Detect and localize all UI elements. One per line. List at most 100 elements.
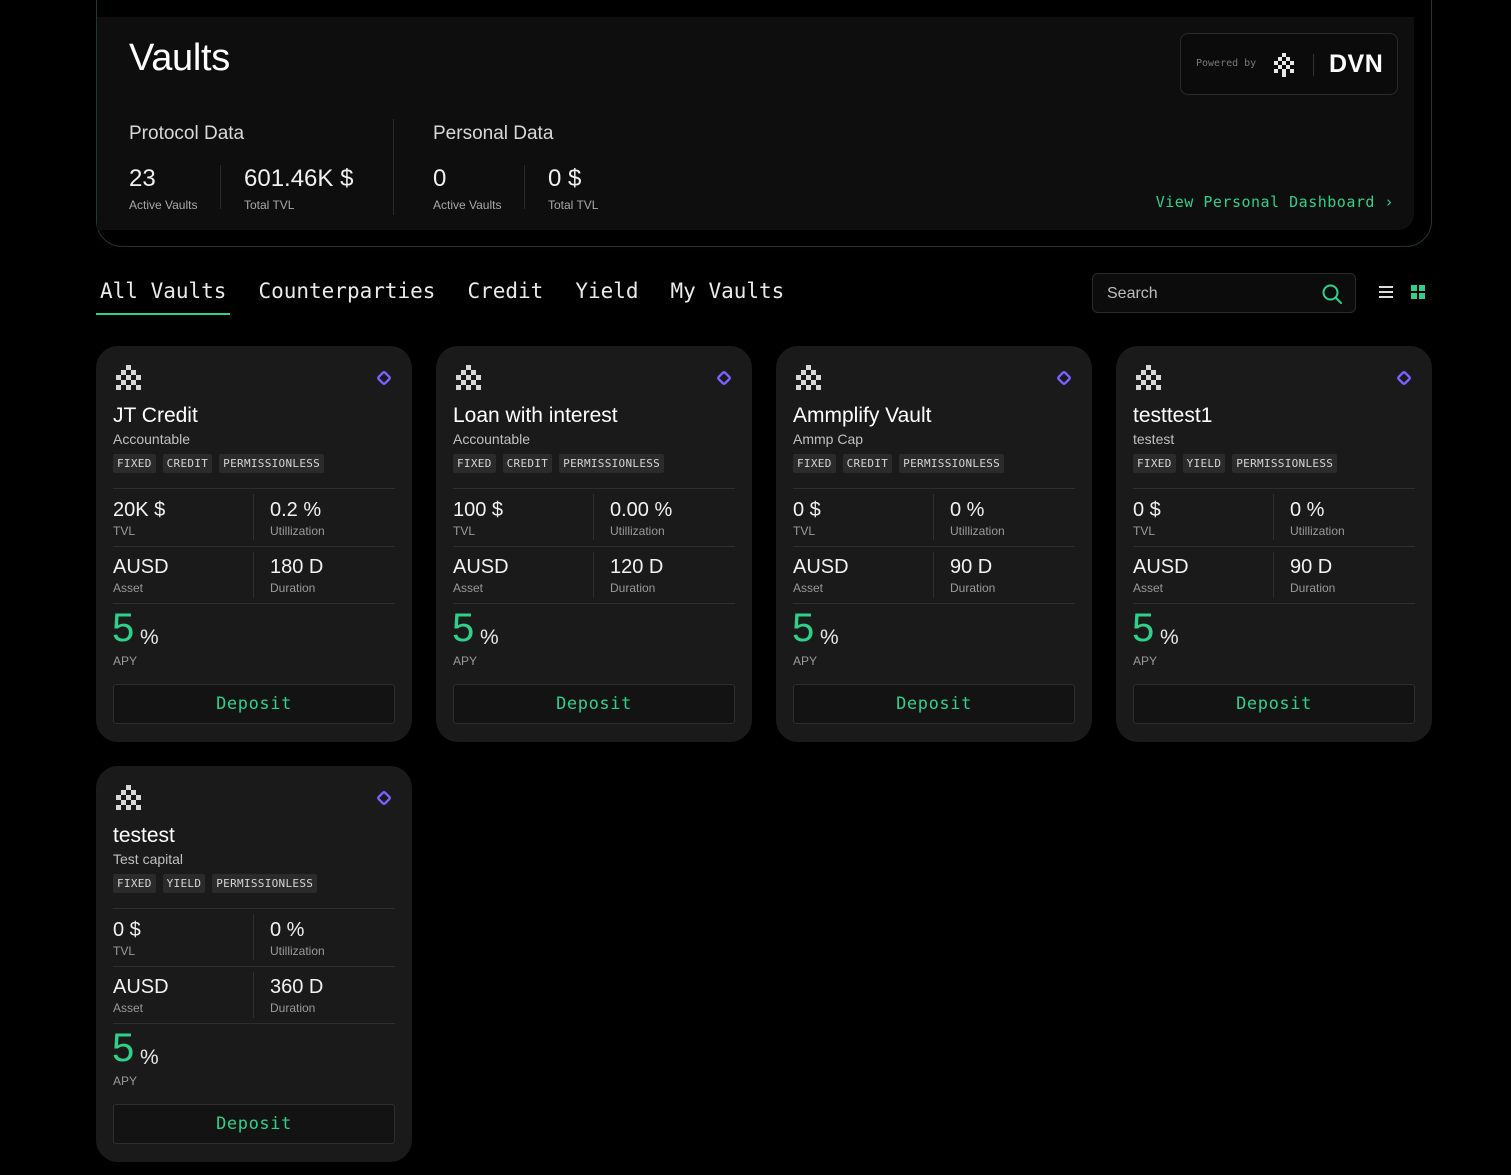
tab-yield[interactable]: Yield xyxy=(571,276,642,315)
diamond-icon xyxy=(1396,370,1412,391)
powered-by-text: Powered by xyxy=(1196,58,1257,69)
apy-label: APY xyxy=(793,654,818,668)
dvn-logo-icon xyxy=(1271,52,1297,83)
header-panel: Vaults Protocol Data 23 Active Vaults 60… xyxy=(97,17,1414,230)
vault-card[interactable]: testest Test capital FIXED YIELD PERMISSIO… xyxy=(96,766,412,1162)
deposit-button[interactable]: Deposit xyxy=(793,684,1075,724)
utilization-value: 0 % xyxy=(950,499,985,521)
apy-label: APY xyxy=(113,1074,138,1088)
divider xyxy=(113,488,395,489)
vault-counterparty: Test capital xyxy=(113,851,184,867)
vault-tag: PERMISSIONLESS xyxy=(1232,454,1338,473)
divider xyxy=(1273,494,1274,540)
utilization-label: Utillization xyxy=(610,524,665,538)
vault-counterparty: Ammp Cap xyxy=(793,431,864,447)
vault-tag: CREDIT xyxy=(162,454,213,473)
personal-data-label: Personal Data xyxy=(433,123,554,144)
vault-name: JT Credit xyxy=(113,404,198,427)
asset-label: Asset xyxy=(1133,581,1164,595)
asset-value: AUSD xyxy=(1133,556,1189,578)
apy-percent: % xyxy=(140,1046,159,1069)
divider xyxy=(1273,552,1274,598)
apy-value: 5 xyxy=(1132,606,1155,650)
vault-tags: FIXED CREDIT PERMISSIONLESS xyxy=(453,454,671,473)
utilization-value: 0.2 % xyxy=(270,499,322,521)
diamond-icon xyxy=(716,370,732,391)
diamond-icon xyxy=(376,790,392,811)
tvl-label: TVL xyxy=(1133,524,1156,538)
tvl-value: 0 $ xyxy=(1133,499,1161,521)
stat-value: 601.46K $ xyxy=(244,165,354,192)
search-icon[interactable] xyxy=(1321,283,1343,310)
vault-card[interactable]: Ammplify Vault Ammp Cap FIXED CREDIT PERMI… xyxy=(776,346,1092,742)
vault-tags: FIXED CREDIT PERMISSIONLESS xyxy=(113,454,331,473)
apy-percent: % xyxy=(140,626,159,649)
view-personal-dashboard-link[interactable]: View Personal Dashboard › xyxy=(1156,193,1394,211)
stat-label: Active Vaults xyxy=(129,198,198,212)
vault-name: Loan with interest xyxy=(453,404,618,427)
personal-active-vaults: 0 Active Vaults xyxy=(433,165,501,212)
tab-counterparties[interactable]: Counterparties xyxy=(254,276,439,315)
asset-value: AUSD xyxy=(113,556,169,578)
stat-divider xyxy=(524,165,525,209)
vault-name: testtest1 xyxy=(1133,404,1213,427)
divider xyxy=(933,494,934,540)
vault-tag: FIXED xyxy=(453,454,496,473)
vault-name: Ammplify Vault xyxy=(793,404,932,427)
apy-percent: % xyxy=(480,626,499,649)
utilization-label: Utillization xyxy=(1290,524,1345,538)
stat-divider xyxy=(220,165,221,209)
divider xyxy=(793,603,1075,604)
vault-counterparty: Accountable xyxy=(453,431,531,447)
vault-logo-icon xyxy=(453,364,485,399)
stat-value: 0 $ xyxy=(548,165,582,192)
divider xyxy=(253,552,254,598)
divider xyxy=(933,552,934,598)
tab-my-vaults[interactable]: My Vaults xyxy=(667,276,789,315)
vault-tags: FIXED YIELD PERMISSIONLESS xyxy=(113,874,324,893)
vault-tag: PERMISSIONLESS xyxy=(559,454,665,473)
apy-value: 5 xyxy=(452,606,475,650)
asset-label: Asset xyxy=(113,1001,144,1015)
utilization-value: 0.00 % xyxy=(610,499,673,521)
page-title: Vaults xyxy=(129,37,230,79)
deposit-button[interactable]: Deposit xyxy=(453,684,735,724)
divider xyxy=(113,1023,395,1024)
vault-tags: FIXED CREDIT PERMISSIONLESS xyxy=(793,454,1011,473)
vault-tag: PERMISSIONLESS xyxy=(212,874,318,893)
divider xyxy=(113,603,395,604)
tab-all-vaults[interactable]: All Vaults xyxy=(96,276,231,315)
deposit-button[interactable]: Deposit xyxy=(1133,684,1415,724)
vault-logo-icon xyxy=(793,364,825,399)
search-input[interactable] xyxy=(1107,282,1307,306)
vault-card[interactable]: testtest1 testest FIXED YIELD PERMISSIONLE… xyxy=(1116,346,1432,742)
tvl-value: 100 $ xyxy=(453,499,504,521)
divider xyxy=(593,552,594,598)
vault-card[interactable]: Loan with interest Accountable FIXED CRED… xyxy=(436,346,752,742)
divider xyxy=(453,603,735,604)
divider xyxy=(253,914,254,960)
asset-value: AUSD xyxy=(453,556,509,578)
apy-value: 5 xyxy=(112,606,135,650)
duration-label: Duration xyxy=(270,1001,316,1015)
vault-tags: FIXED YIELD PERMISSIONLESS xyxy=(1133,454,1344,473)
vault-card[interactable]: JT Credit Accountable FIXED CREDIT PERMISS… xyxy=(96,346,412,742)
grid-view-icon[interactable] xyxy=(1410,284,1426,305)
vault-logo-icon xyxy=(1133,364,1165,399)
apy-label: APY xyxy=(113,654,138,668)
brand-name: DVN xyxy=(1329,50,1384,78)
protocol-active-vaults: 23 Active Vaults xyxy=(129,165,197,212)
deposit-button[interactable]: Deposit xyxy=(113,1104,395,1144)
vault-tag: FIXED xyxy=(793,454,836,473)
list-view-icon[interactable] xyxy=(1378,284,1394,305)
tab-credit[interactable]: Credit xyxy=(463,276,547,315)
asset-label: Asset xyxy=(453,581,484,595)
section-divider xyxy=(393,119,394,215)
duration-label: Duration xyxy=(950,581,996,595)
vault-tag: CREDIT xyxy=(842,454,893,473)
duration-label: Duration xyxy=(1290,581,1336,595)
protocol-data-label: Protocol Data xyxy=(129,123,245,144)
deposit-button[interactable]: Deposit xyxy=(113,684,395,724)
protocol-total-tvl: 601.46K $ Total TVL xyxy=(244,165,353,212)
duration-label: Duration xyxy=(270,581,316,595)
